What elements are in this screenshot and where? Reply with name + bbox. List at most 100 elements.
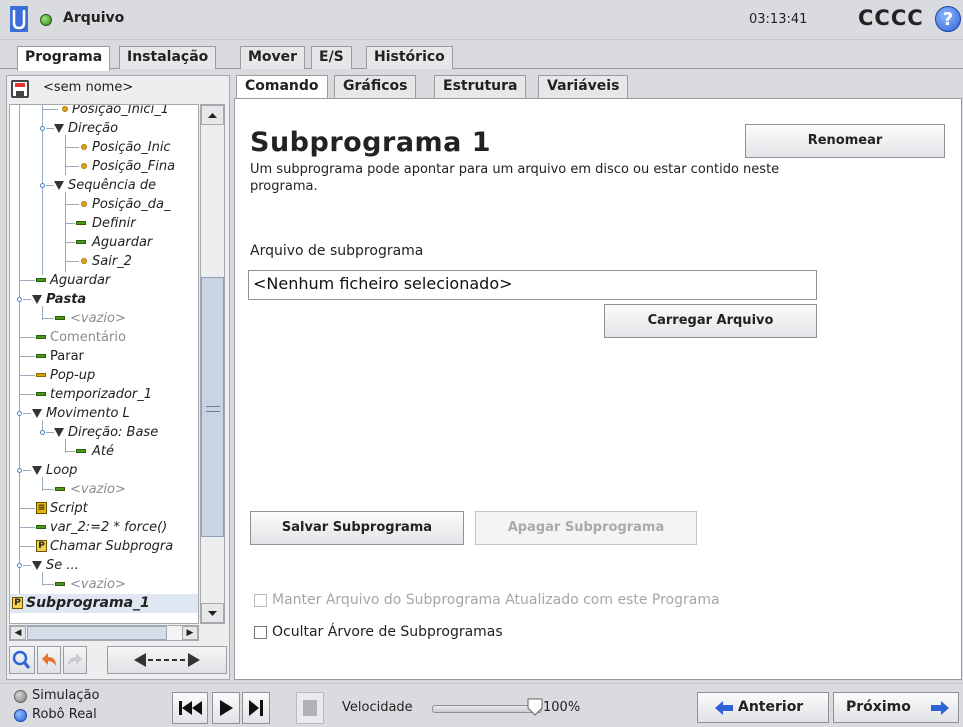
tree-node[interactable]: Sequência de [10,176,198,195]
move-node-button[interactable] [107,646,227,674]
bottom-bar: Simulação Robô Real Velocidade 100% Ante… [0,683,963,727]
speed-label: Velocidade [342,700,413,715]
checkbox-box[interactable] [254,626,267,639]
scroll-thumb[interactable] [201,277,224,537]
tree-node[interactable]: Sair_2 [10,252,198,271]
play-button[interactable] [212,692,240,724]
rename-button[interactable]: Renomear [745,124,945,158]
tree-node[interactable]: Direção: Base [10,423,198,442]
tree-node[interactable]: Posição_Fina [10,157,198,176]
save-program-icon[interactable] [11,80,29,98]
scroll-up-icon[interactable] [201,105,224,125]
tree-node[interactable]: Posição_da_ [10,195,198,214]
tab-programa[interactable]: Programa [17,46,111,71]
tree-node[interactable]: Aguardar [10,233,198,252]
tree-node[interactable]: <vazio> [10,575,198,594]
tree-horizontal-scrollbar[interactable]: ◀ ▶ [9,625,199,641]
help-icon[interactable]: ? [935,6,961,32]
next-button[interactable]: Próximo [833,692,959,723]
arrow-left-icon [715,701,733,715]
tab-instalacao[interactable]: Instalação [119,46,217,69]
file-field-label: Arquivo de subprograma [250,243,424,259]
tree-node[interactable]: P Chamar Subprogra [10,537,198,556]
undo-button[interactable] [37,646,61,674]
tree-node[interactable]: ≡ Script [10,499,198,518]
stop-button[interactable] [296,692,324,724]
rewind-button[interactable] [172,692,208,724]
tree-node[interactable]: Definir [10,214,198,233]
tree-toolbar [9,646,227,676]
tree-node[interactable]: Comentário [10,328,198,347]
redo-button[interactable] [63,646,87,674]
program-header: <sem nome> [7,76,229,101]
tree-node[interactable]: Parar [10,347,198,366]
file-status-icon[interactable] [40,14,52,26]
page-title: Subprograma 1 [250,127,492,158]
tree-node[interactable]: temporizador_1 [10,385,198,404]
speed-value: 100% [543,700,581,715]
tree-node[interactable]: Pop-up [10,366,198,385]
tree-node[interactable]: Posição_Inici_1 [10,105,198,119]
subprogram-description: Um subprograma pode apontar para um arqu… [250,162,780,194]
tree-node[interactable]: <vazio> [10,480,198,499]
speed-slider-handle-icon[interactable] [527,698,543,716]
stop-icon [303,700,317,716]
scroll-left-icon[interactable]: ◀ [10,626,26,640]
step-button[interactable] [242,692,270,724]
skip-back-icon [179,701,202,715]
tree-node[interactable]: Aguardar [10,271,198,290]
checkbox-box[interactable] [254,594,267,607]
previous-label: Anterior [738,699,804,715]
tab-comando[interactable]: Comando [236,75,328,98]
tree-node[interactable]: Até [10,442,198,461]
tab-estrutura[interactable]: Estrutura [434,75,527,98]
tree-node-selected[interactable]: P Subprograma_1 [10,594,198,613]
tree-node[interactable]: Movimento L [10,404,198,423]
app-title[interactable]: Arquivo [63,10,124,26]
ur-logo-icon [10,6,28,32]
tree-node[interactable]: Se ... [10,556,198,575]
clock: 03:13:41 [749,12,808,27]
robot-name: CCCC [858,6,924,30]
tree-node[interactable]: Loop [10,461,198,480]
tab-es[interactable]: E/S [311,46,352,69]
speed-slider[interactable] [432,705,542,713]
redo-icon [68,653,82,666]
play-icon [220,700,233,716]
save-subprogram-button[interactable]: Salvar Subprograma [250,511,464,545]
tree-node[interactable]: Posição_Inic [10,138,198,157]
scroll-right-icon[interactable]: ▶ [182,626,198,640]
radio-simulation-icon[interactable] [14,690,27,703]
tab-graficos[interactable]: Gráficos [334,75,417,98]
radio-real-robot-icon[interactable] [14,709,27,722]
program-tree[interactable]: Posição_Inici_1 Direção Posição_Inic Pos… [9,104,199,624]
keep-updated-label: Manter Arquivo do Subprograma Atualizado… [272,592,720,608]
top-bar: Arquivo 03:13:41 CCCC ? [0,0,963,40]
arrow-right-icon [931,701,949,715]
load-file-button[interactable]: Carregar Arquivo [604,304,817,338]
undo-icon [42,653,56,666]
tree-node[interactable]: Pasta [10,290,198,309]
tree-vertical-scrollbar[interactable] [200,104,225,624]
delete-subprogram-button[interactable]: Apagar Subprograma [475,511,697,545]
move-arrows-icon [134,653,200,667]
hide-tree-label: Ocultar Árvore de Subprogramas [272,624,503,640]
command-panel: Comando Gráficos Estrutura Variáveis Sub… [234,75,962,680]
tab-mover[interactable]: Mover [240,46,306,69]
tab-variaveis[interactable]: Variáveis [538,75,629,98]
tree-node[interactable]: var_2:=2 * force() [10,518,198,537]
subprogram-content: Subprograma 1 Um subprograma pode aponta… [234,98,962,680]
program-name: <sem nome> [43,80,134,95]
tree-node[interactable]: Direção [10,119,198,138]
previous-button[interactable]: Anterior [697,692,829,723]
tree-node[interactable]: <vazio> [10,309,198,328]
hscroll-thumb[interactable] [27,626,167,640]
search-button[interactable] [9,646,35,674]
search-icon [12,650,31,669]
next-label: Próximo [846,699,911,715]
tab-historico[interactable]: Histórico [366,46,453,69]
step-forward-icon [249,700,263,716]
program-tree-panel: <sem nome> Posição_Inici_1 Direção Posiç… [6,75,230,680]
subprogram-file-field[interactable]: <Nenhum ficheiro selecionado> [248,270,817,300]
scroll-down-icon[interactable] [201,603,224,623]
